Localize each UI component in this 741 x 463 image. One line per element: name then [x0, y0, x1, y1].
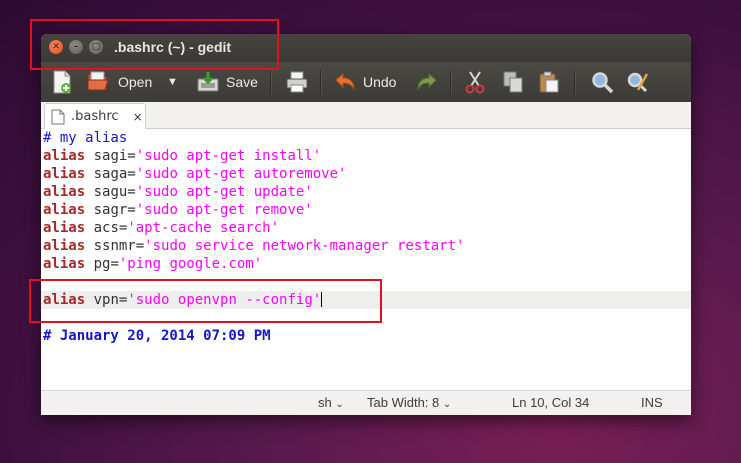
language-label: sh — [318, 395, 332, 410]
minimize-icon: – — [73, 41, 79, 52]
tab-width-selector[interactable]: Tab Width: 8 ⌄ — [367, 395, 451, 410]
tab-bashrc[interactable]: .bashrc × — [44, 103, 146, 129]
tab-width-label: Tab Width: 8 — [367, 395, 440, 410]
insert-mode-indicator: INS — [641, 395, 663, 410]
keyword: alias — [43, 220, 86, 236]
print-button[interactable] — [285, 62, 309, 102]
alias-value: 'sudo apt-get remove' — [135, 202, 313, 218]
toolbar-separator — [574, 70, 575, 94]
new-button[interactable] — [51, 62, 73, 102]
alias-name: sagr= — [85, 202, 136, 218]
dropdown-arrow-icon: ▼ — [167, 76, 178, 88]
close-window-button[interactable]: ✕ — [49, 40, 63, 54]
title-bar[interactable]: ✕ – □ .bashrc (~) - gedit — [41, 34, 691, 62]
close-icon: ✕ — [52, 41, 60, 52]
alias-value: 'ping google.com' — [118, 256, 263, 272]
code-line: alias ssnmr='sudo service network-manage… — [43, 237, 464, 255]
cursor-position: Ln 10, Col 34 — [512, 395, 590, 410]
alias-name: pg= — [85, 256, 119, 272]
text-editor[interactable]: # my alias alias sagi='sudo apt-get inst… — [41, 129, 691, 385]
toolbar-separator — [320, 70, 321, 94]
undo-label: Undo — [363, 74, 397, 90]
redo-icon — [417, 72, 437, 91]
tab-label: .bashrc — [71, 109, 119, 124]
comment-text: # January 20, 2014 07:09 PM — [43, 328, 271, 344]
open-document-icon — [87, 71, 109, 91]
alias-name: acs= — [85, 220, 128, 236]
alias-name: vpn= — [85, 292, 128, 308]
alias-name: sagi= — [85, 148, 136, 164]
save-label: Save — [226, 74, 258, 90]
find-replace-button[interactable] — [626, 62, 650, 102]
chevron-down-icon: ⌄ — [442, 399, 452, 410]
open-dropdown-button[interactable]: ▼ — [167, 62, 178, 102]
toolbar: Open ▼ Save Undo — [41, 62, 691, 103]
undo-icon — [335, 72, 355, 91]
paste-icon — [539, 71, 559, 93]
code-line: alias pg='ping google.com' — [43, 255, 262, 273]
gedit-window: ✕ – □ .bashrc (~) - gedit Open ▼ Save Un… — [41, 34, 691, 415]
toolbar-separator — [450, 70, 451, 94]
cut-button[interactable] — [464, 62, 486, 102]
keyword: alias — [43, 148, 86, 164]
keyword: alias — [43, 184, 86, 200]
code-line: # January 20, 2014 07:09 PM — [43, 327, 271, 345]
comment-text: # my alias — [43, 130, 128, 146]
alias-value: 'sudo service network-manager restart' — [144, 238, 465, 254]
alias-value: 'sudo openvpn --config' — [127, 292, 322, 308]
save-icon — [197, 72, 219, 92]
keyword: alias — [43, 292, 86, 308]
search-icon — [592, 72, 614, 94]
maximize-window-button[interactable]: □ — [89, 40, 103, 54]
save-button[interactable]: Save — [196, 62, 258, 102]
alias-value: 'sudo apt-get autoremove' — [135, 166, 347, 182]
print-icon — [286, 71, 308, 93]
status-bar: sh ⌄ Tab Width: 8 ⌄ Ln 10, Col 34 INS — [41, 390, 691, 415]
maximize-icon: □ — [91, 41, 101, 52]
undo-button[interactable]: Undo — [333, 62, 396, 102]
tab-close-button[interactable]: × — [133, 110, 143, 124]
code-line: alias sagr='sudo apt-get remove' — [43, 201, 313, 219]
alias-name: saga= — [85, 166, 136, 182]
alias-name: sagu= — [85, 184, 136, 200]
cut-icon — [465, 71, 485, 94]
code-line-current: alias vpn='sudo openvpn --config' — [43, 291, 323, 309]
keyword: alias — [43, 238, 86, 254]
toolbar-separator — [270, 70, 271, 94]
text-file-icon — [51, 109, 65, 124]
code-line: alias saga='sudo apt-get autoremove' — [43, 165, 346, 183]
copy-button[interactable] — [502, 62, 524, 102]
alias-name: ssnmr= — [85, 238, 145, 254]
open-button[interactable]: Open — [86, 62, 152, 102]
keyword: alias — [43, 166, 86, 182]
copy-icon — [503, 71, 523, 93]
document-tab-bar: .bashrc × — [41, 102, 691, 129]
code-line: # my alias — [43, 129, 127, 147]
redo-button[interactable] — [415, 62, 439, 102]
alias-value: 'sudo apt-get install' — [135, 148, 322, 164]
find-replace-icon — [627, 72, 649, 93]
code-line: alias sagi='sudo apt-get install' — [43, 147, 321, 165]
code-line: alias acs='apt-cache search' — [43, 219, 279, 237]
keyword: alias — [43, 256, 86, 272]
minimize-window-button[interactable]: – — [69, 40, 83, 54]
new-document-icon — [53, 70, 71, 94]
language-selector[interactable]: sh ⌄ — [318, 395, 344, 410]
window-title: .bashrc (~) - gedit — [114, 39, 232, 55]
text-cursor — [321, 292, 323, 307]
alias-value: 'sudo apt-get update' — [135, 184, 313, 200]
find-button[interactable] — [590, 62, 614, 102]
paste-button[interactable] — [538, 62, 560, 102]
chevron-down-icon: ⌄ — [335, 399, 344, 410]
open-label: Open — [118, 74, 153, 90]
keyword: alias — [43, 202, 86, 218]
code-line: alias sagu='sudo apt-get update' — [43, 183, 313, 201]
alias-value: 'apt-cache search' — [127, 220, 280, 236]
